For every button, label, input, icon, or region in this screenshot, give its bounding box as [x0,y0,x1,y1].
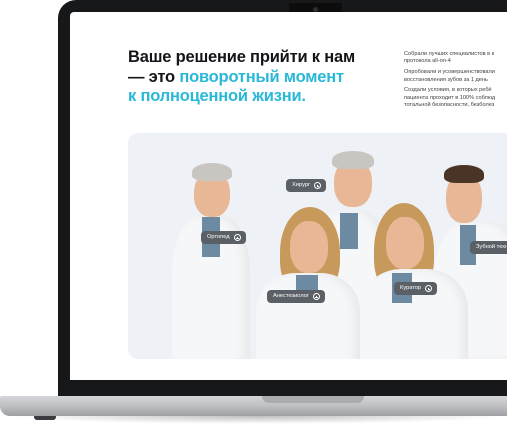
laptop-base-notch [262,396,364,403]
side-line: Создали условия, в которых ребё [404,87,492,94]
laptop-screen: Ваше решение прийти к нам — это поворотн… [70,12,507,380]
plus-circle-icon [425,285,433,292]
headline-line-1: Ваше решение прийти к нам [128,48,355,66]
side-line: пациента проходит в 100% соблюд [404,94,496,101]
tag-label: Зубной техн [476,244,507,250]
tag-label: Куратор [400,285,422,291]
tag-label: Ортопед [207,234,230,240]
side-paragraph-2: Опробовали и усовершенствовали восстанов… [404,69,507,84]
side-line: Собрали лучших специалистов в к [404,51,495,57]
tag-orthopedist[interactable]: Ортопед [201,231,246,244]
laptop-foot [34,416,56,420]
side-line: восстановления зубов за 1 день [404,76,488,83]
screen-bottom [70,368,507,380]
side-description: Собрали лучших специалистов в к протокол… [404,51,507,113]
hero-headline: Ваше решение прийти к нам — это поворотн… [128,48,378,107]
side-paragraph-1: Собрали лучших специалистов в к протокол… [404,51,507,66]
headline-accent: поворотный момент [179,67,344,86]
tag-curator[interactable]: Куратор [394,282,438,295]
tag-label: Хирург [292,182,311,188]
side-paragraph-3: Создали условия, в которых ребё пациента… [404,87,507,109]
tag-label: Анестезиолог [273,293,309,299]
laptop-mockup: Ваше решение прийти к нам — это поворотн… [0,0,507,448]
side-line: протокола all-on-4 [404,58,451,65]
plus-circle-icon [314,182,322,189]
headline-plain: — это [128,67,180,86]
team-photo: Хирург Ортопед Анестезиолог Куратор Зубн… [128,133,507,359]
plus-circle-icon [312,293,320,300]
tag-dental-tech[interactable]: Зубной техн [470,241,507,254]
headline-line-3: к полноценной жизни. [128,87,306,105]
side-line: тотальной безопасности, безболез [404,102,495,109]
side-line: Опробовали и усовершенствовали [404,69,495,76]
headline-line-2: — это поворотный момент [128,68,378,88]
laptop-base [0,396,507,416]
tag-surgeon[interactable]: Хирург [286,179,327,192]
tag-anesthesiologist[interactable]: Анестезиолог [267,290,325,303]
laptop-shadow [8,416,507,424]
plus-circle-icon [233,234,241,241]
